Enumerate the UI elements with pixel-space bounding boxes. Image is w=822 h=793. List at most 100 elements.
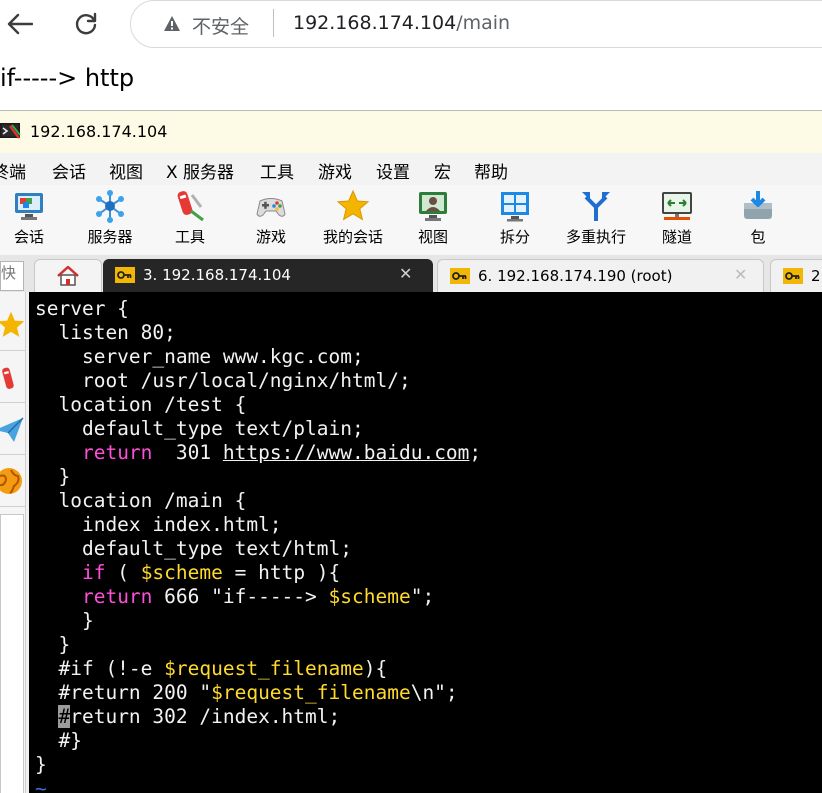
- paper-plane-icon: [0, 417, 24, 442]
- tab-session[interactable]: 6. 192.168.174.190 (root) ✕: [437, 259, 764, 293]
- tools-icon: [2, 367, 14, 389]
- menu-tools[interactable]: 工具: [260, 158, 294, 183]
- terminal-content: server { listen 80; server_name www.kgc.…: [35, 297, 481, 793]
- menu-settings[interactable]: 设置: [376, 158, 410, 183]
- toolbar-package-label: 包: [750, 228, 766, 246]
- warning-icon: [164, 16, 180, 31]
- arrow-left-icon: [7, 13, 33, 35]
- tab-label: 3. 192.168.174.104: [143, 266, 291, 284]
- terminal-line: ~: [35, 777, 47, 793]
- terminal-line: server_name www.kgc.com;: [35, 345, 364, 368]
- toolbar-package-button[interactable]: 包: [738, 189, 778, 251]
- terminal-line: }: [35, 633, 71, 656]
- toolbar-my-sessions-button[interactable]: 我的会话: [318, 189, 388, 251]
- terminal-line: root /usr/local/nginx/html/;: [35, 369, 411, 392]
- toolbar-server-button[interactable]: 服务器: [84, 189, 136, 251]
- terminal-line: location /test {: [35, 393, 247, 416]
- home-icon: [57, 265, 79, 286]
- side-send-button[interactable]: [0, 404, 25, 455]
- toolbar-split-label: 拆分: [499, 228, 530, 246]
- toolbar-tunnel-button[interactable]: 隧道: [657, 189, 697, 251]
- terminal-line: location /main {: [35, 489, 247, 512]
- tab-label: 6. 192.168.174.190 (root): [478, 267, 673, 285]
- toolbar-view-button[interactable]: 视图: [413, 189, 453, 251]
- home-tab[interactable]: [34, 259, 102, 293]
- url-separator: [273, 9, 274, 37]
- terminal-line: listen 80;: [35, 321, 176, 344]
- terminal-line: #return 200 "$request_filename\n";: [35, 681, 458, 704]
- key-icon: [783, 268, 803, 284]
- title-bar: 192.168.174.104: [0, 111, 822, 153]
- terminal-line: server {: [35, 297, 129, 320]
- toolbar: 会话 服务器 工具 游戏 我的会话 视图 拆分 多重执行 隧道 包: [0, 185, 822, 256]
- menu-x-server[interactable]: X 服务器: [166, 158, 234, 183]
- close-tab-icon[interactable]: ✕: [734, 265, 747, 284]
- tab-label: 2.: [811, 267, 822, 285]
- side-tools-button[interactable]: [0, 352, 25, 403]
- toolbar-multi-exec-button[interactable]: 多重执行: [562, 189, 630, 251]
- reload-button[interactable]: [68, 6, 104, 42]
- terminal-line: default_type text/plain;: [35, 417, 364, 440]
- url-host: 192.168.174.104: [293, 12, 457, 34]
- terminal-line: }: [35, 465, 71, 488]
- toolbar-view-label: 视图: [417, 228, 448, 246]
- terminal-line: }: [35, 753, 47, 776]
- toolbar-games-button[interactable]: 游戏: [251, 189, 291, 251]
- server-network-icon: [96, 190, 124, 223]
- globe-icon: [0, 468, 22, 494]
- menu-games[interactable]: 游戏: [318, 158, 352, 183]
- terminal-line: if ( $scheme = http ){: [81, 561, 341, 584]
- address-bar[interactable]: 不安全 192.168.174.104/main: [130, 0, 822, 48]
- session-icon: [15, 193, 43, 220]
- branch-arrows-icon: [582, 192, 610, 221]
- reload-icon: [75, 12, 97, 35]
- session-tab-strip: 快 3. 192.168.174.104 ✕ 6. 192.168.174.19…: [0, 255, 822, 293]
- star-icon: [336, 189, 370, 221]
- back-button[interactable]: [2, 6, 38, 42]
- toolbar-tunnel-label: 隧道: [661, 228, 692, 246]
- toolbar-multi-exec-label: 多重执行: [565, 228, 626, 246]
- url-text[interactable]: 192.168.174.104/main: [293, 12, 510, 34]
- terminal-line: return 666 "if-----> $scheme";: [81, 585, 435, 608]
- close-tab-icon[interactable]: ✕: [399, 264, 412, 283]
- terminal-line: #if (!-e $request_filename){: [35, 657, 388, 680]
- toolbar-server-label: 服务器: [87, 228, 133, 246]
- tab-session-active[interactable]: 3. 192.168.174.104 ✕: [103, 259, 433, 292]
- star-icon: [0, 311, 25, 337]
- url-path: /main: [456, 12, 511, 34]
- menu-help[interactable]: 帮助: [474, 158, 508, 183]
- tools-icon: [177, 191, 204, 222]
- toolbar-session-button[interactable]: 会话: [7, 189, 51, 251]
- window-title: 192.168.174.104: [30, 122, 168, 141]
- menu-view[interactable]: 视图: [109, 158, 143, 183]
- terminal-line: #return 302 /index.html;: [58, 705, 341, 728]
- menu-terminal[interactable]: 终端: [0, 158, 26, 183]
- menu-session[interactable]: 会话: [52, 158, 86, 183]
- browser-toolbar: 不安全 192.168.174.104/main: [0, 0, 822, 52]
- xshell-app-icon: [0, 123, 21, 139]
- terminal-line: #}: [35, 729, 82, 752]
- side-favorites-button[interactable]: [0, 300, 25, 351]
- toolbar-split-button[interactable]: 拆分: [495, 189, 535, 251]
- key-icon: [115, 267, 135, 283]
- terminal-screen[interactable]: server { listen 80; server_name www.kgc.…: [29, 292, 822, 793]
- package-download-icon: [744, 191, 772, 219]
- terminal-line: default_type text/html;: [35, 537, 352, 560]
- page-response-text: if-----> http: [0, 64, 135, 92]
- side-globe-button[interactable]: [0, 456, 25, 507]
- toolbar-session-label: 会话: [13, 228, 44, 246]
- view-monitor-icon: [419, 192, 447, 221]
- tunnel-icon: [662, 192, 692, 220]
- gamepad-icon: [256, 198, 286, 217]
- toolbar-my-sessions-label: 我的会话: [322, 228, 383, 246]
- terminal-line: index index.html;: [35, 513, 282, 536]
- toolbar-tools-label: 工具: [174, 228, 205, 246]
- toolbar-tools-button[interactable]: 工具: [170, 189, 210, 251]
- insecure-label[interactable]: 不安全: [192, 12, 249, 39]
- tab-strip-left-input[interactable]: 快: [0, 261, 24, 291]
- menu-macro[interactable]: 宏: [434, 158, 451, 183]
- tab-session[interactable]: 2.: [770, 259, 822, 293]
- menu-bar: 终端 会话 视图 X 服务器 工具 游戏 设置 宏 帮助: [0, 153, 822, 185]
- terminal-line: }: [35, 609, 94, 632]
- key-icon: [450, 268, 470, 284]
